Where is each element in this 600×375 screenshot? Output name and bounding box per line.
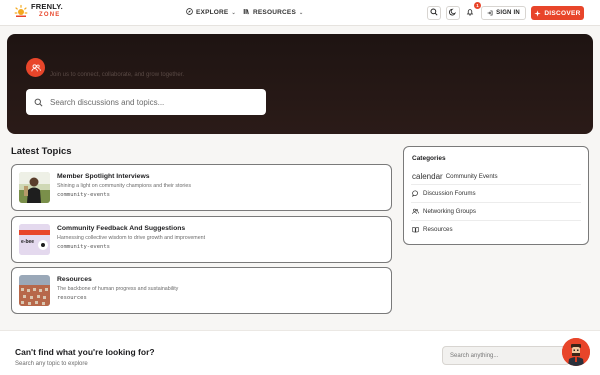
theme-toggle-button[interactable] bbox=[446, 6, 460, 20]
category-resources[interactable]: Resources bbox=[412, 226, 453, 233]
search-button[interactable] bbox=[427, 6, 441, 20]
footer-search-input[interactable]: Search anything... bbox=[442, 346, 570, 365]
footer-search-placeholder: Search anything... bbox=[450, 352, 499, 359]
hero-search-input[interactable]: Search discussions and topics... bbox=[26, 89, 266, 115]
hero-banner: Join us to connect, collaborate, and gro… bbox=[7, 34, 593, 134]
chevron-down-icon: ⌄ bbox=[231, 9, 236, 16]
topic-title[interactable]: Community Feedback And Suggestions bbox=[57, 225, 185, 232]
topic-description: The backbone of human progress and susta… bbox=[57, 286, 179, 292]
site-logo[interactable]: FRENLY. ZONE bbox=[14, 3, 63, 19]
topic-card[interactable]: e-bee Community Feedback And Suggestions… bbox=[11, 216, 392, 263]
discover-button[interactable]: DISCOVER bbox=[531, 6, 584, 20]
topic-thumbnail: e-bee bbox=[19, 224, 50, 255]
calendar-icon: calendar bbox=[412, 172, 443, 181]
moon-icon bbox=[449, 8, 457, 18]
logo-wordmark-bottom: ZONE bbox=[39, 12, 61, 18]
chevron-down-icon: ⌄ bbox=[298, 9, 304, 16]
topic-thumbnail bbox=[19, 172, 50, 203]
users-icon bbox=[412, 208, 419, 215]
divider bbox=[411, 220, 581, 221]
discover-label: DISCOVER bbox=[544, 9, 581, 17]
topic-card[interactable]: Member Spotlight Interviews Shining a li… bbox=[11, 164, 392, 211]
nav-explore[interactable]: EXPLORE ⌄ bbox=[186, 8, 236, 17]
login-icon bbox=[487, 10, 493, 16]
community-icon bbox=[26, 58, 45, 77]
topic-tag[interactable]: community-events bbox=[57, 192, 110, 198]
sun-logo-icon bbox=[14, 4, 28, 18]
topic-description: Shining a light on community champions a… bbox=[57, 183, 191, 189]
footer-subtitle: Search any topic to explore bbox=[15, 361, 88, 367]
category-label: Community Events bbox=[445, 173, 498, 180]
category-discussion-forums[interactable]: Discussion Forums bbox=[412, 190, 476, 197]
nav-resources[interactable]: RESOURCES ⌄ bbox=[243, 8, 303, 17]
notification-badge: 1 bbox=[474, 2, 481, 9]
book-icon bbox=[412, 226, 419, 233]
search-icon bbox=[430, 8, 438, 18]
hero-search-placeholder: Search discussions and topics... bbox=[50, 97, 165, 107]
category-label: Networking Groups bbox=[423, 208, 476, 215]
sign-in-label: SIGN IN bbox=[496, 10, 520, 16]
logo-wordmark-top: FRENLY. bbox=[31, 2, 63, 11]
chat-icon bbox=[412, 190, 419, 197]
topic-tag[interactable]: resources bbox=[57, 295, 87, 301]
footer-title: Can't find what you're looking for? bbox=[15, 347, 155, 357]
thumbnail-text: e-bee bbox=[21, 239, 35, 245]
nav-resources-label: RESOURCES bbox=[253, 9, 296, 16]
notifications-button[interactable]: 1 bbox=[463, 2, 481, 20]
topic-thumbnail bbox=[19, 275, 50, 306]
compass-icon bbox=[186, 8, 193, 17]
topic-title[interactable]: Resources bbox=[57, 276, 92, 283]
category-label: Discussion Forums bbox=[423, 190, 476, 197]
library-icon bbox=[243, 8, 250, 17]
topic-title[interactable]: Member Spotlight Interviews bbox=[57, 173, 150, 180]
bell-icon bbox=[466, 8, 474, 18]
divider bbox=[411, 184, 581, 185]
category-community-events[interactable]: calendar Community Events bbox=[412, 172, 498, 181]
topic-card[interactable]: Resources The backbone of human progress… bbox=[11, 267, 392, 314]
avatar[interactable] bbox=[562, 338, 590, 366]
categories-title: Categories bbox=[412, 155, 446, 162]
hero-subtitle: Join us to connect, collaborate, and gro… bbox=[50, 72, 185, 78]
top-header: FRENLY. ZONE EXPLORE ⌄ RESOURCES ⌄ 1 SIG… bbox=[0, 0, 600, 26]
topic-description: Harnessing collective wisdom to drive gr… bbox=[57, 235, 206, 241]
topic-tag[interactable]: community-events bbox=[57, 244, 110, 250]
search-icon bbox=[34, 98, 43, 107]
latest-topics-title: Latest Topics bbox=[11, 146, 72, 157]
category-networking-groups[interactable]: Networking Groups bbox=[412, 208, 476, 215]
sparkle-icon bbox=[534, 9, 541, 17]
nav-explore-label: EXPLORE bbox=[196, 9, 229, 16]
category-label: Resources bbox=[423, 226, 453, 233]
sign-in-button[interactable]: SIGN IN bbox=[481, 6, 526, 20]
divider bbox=[411, 202, 581, 203]
categories-panel: Categories calendar Community Events Dis… bbox=[403, 146, 589, 245]
